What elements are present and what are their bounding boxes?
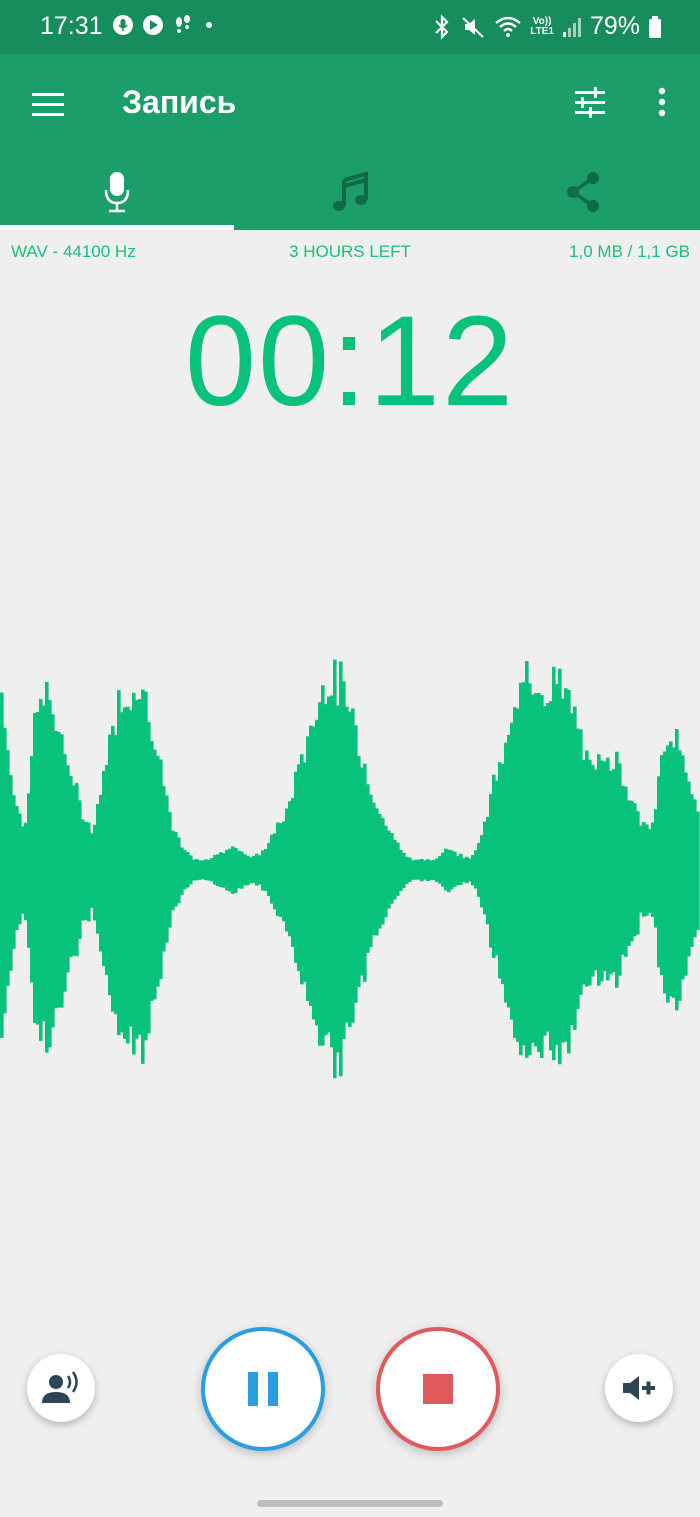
status-notification-icons [112, 14, 216, 36]
audio-waveform [0, 659, 700, 1079]
pause-button[interactable] [201, 1327, 325, 1451]
menu-button[interactable] [28, 86, 68, 122]
recording-info-row: WAV - 44100 Hz 3 HOURS LEFT 1,0 MB / 1,1… [0, 240, 700, 264]
tab-share[interactable] [467, 154, 700, 230]
bluetooth-icon [435, 13, 449, 40]
app-bar: Запись [0, 54, 700, 230]
lte-indicator: Vo)) LTE1 [530, 15, 554, 37]
settings-tune-button[interactable] [572, 84, 608, 120]
recording-timer: 00:12 [184, 290, 516, 433]
home-indicator[interactable] [257, 1500, 443, 1507]
recording-mic-icon [113, 15, 133, 35]
tab-bar [0, 154, 700, 230]
page-title: Запись [122, 84, 237, 120]
signal-icon [562, 17, 581, 37]
tune-sliders-icon [575, 87, 605, 118]
dot-icon [206, 22, 212, 28]
play-circle-icon [143, 15, 163, 35]
more-vertical-icon [658, 87, 666, 117]
speaking-person-icon [42, 1371, 78, 1403]
stop-icon [423, 1374, 453, 1404]
pause-icon [248, 1372, 278, 1406]
tab-recordings[interactable] [233, 154, 466, 230]
share-icon [567, 172, 600, 212]
hamburger-menu-icon [32, 93, 64, 116]
voice-mode-button[interactable] [27, 1354, 95, 1422]
size-label: 1,0 MB / 1,1 GB [569, 242, 690, 261]
music-note-icon [332, 171, 368, 211]
mute-icon [462, 16, 484, 38]
waveform-bar [696, 811, 700, 930]
status-system-icons: Vo)) LTE1 79% [432, 12, 662, 41]
footsteps-icon [176, 15, 190, 33]
status-bar: 17:31 Vo)) LTE1 79% [0, 0, 700, 54]
battery-percent: 79% [589, 12, 640, 40]
tab-record[interactable] [0, 154, 234, 230]
battery-icon [649, 15, 661, 38]
status-time: 17:31 [40, 12, 103, 40]
wifi-icon [495, 16, 522, 37]
microphone-icon [104, 172, 129, 213]
tab-active-indicator [0, 225, 234, 230]
volume-boost-button[interactable] [605, 1354, 673, 1422]
volume-up-icon [623, 1376, 655, 1400]
stop-button[interactable] [376, 1327, 500, 1451]
more-options-button[interactable] [650, 84, 674, 120]
